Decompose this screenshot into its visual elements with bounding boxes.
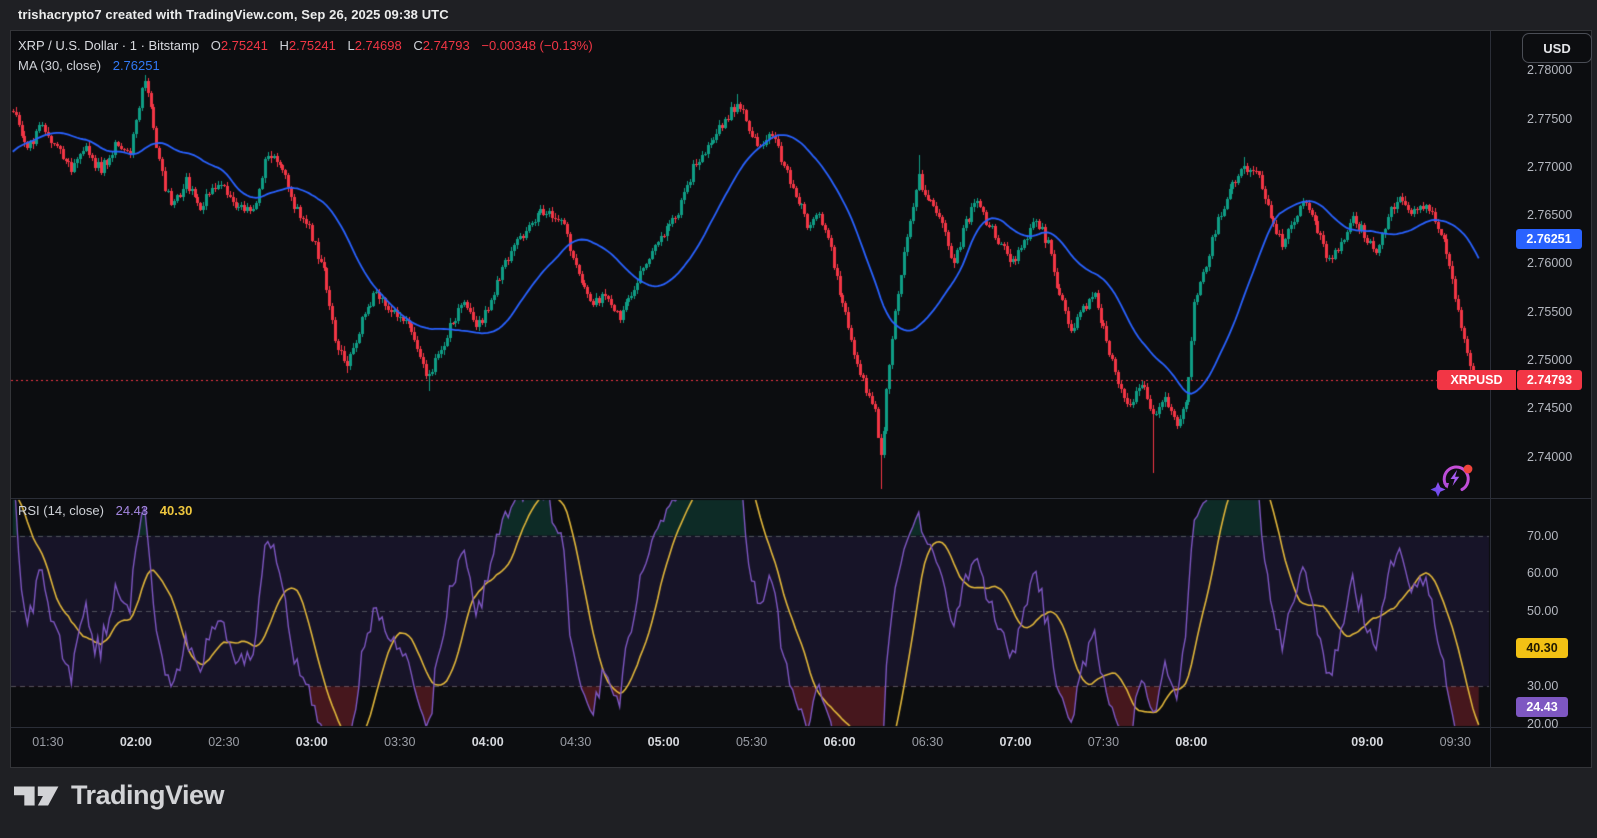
high-value: 2.75241 xyxy=(289,38,336,53)
price-tick-label: 2.74500 xyxy=(1527,401,1572,415)
ma-value: 2.76251 xyxy=(113,58,160,73)
time-tick-label: 01:30 xyxy=(18,735,78,749)
arrow-head xyxy=(1443,483,1449,489)
price-tick-label: 2.78000 xyxy=(1527,63,1572,77)
rsi-ma-value-tag: 40.30 xyxy=(1516,638,1568,658)
price-axis-separator[interactable] xyxy=(1490,31,1491,767)
notification-dot xyxy=(1464,465,1473,474)
last-price-tag: 2.74793 xyxy=(1517,370,1582,390)
ma-legend: MA (30, close) 2.76251 xyxy=(18,58,160,73)
time-tick-label: 04:30 xyxy=(546,735,606,749)
price-tick-label: 2.77000 xyxy=(1527,160,1572,174)
currency-usd-button[interactable]: USD xyxy=(1522,33,1592,63)
price-tick-label: 2.76500 xyxy=(1527,208,1572,222)
rsi-tick-label: 60.00 xyxy=(1527,566,1558,580)
time-tick-label: 09:00 xyxy=(1337,735,1397,749)
price-tick-label: 2.75500 xyxy=(1527,305,1572,319)
low-value: 2.74698 xyxy=(355,38,402,53)
open-value: 2.75241 xyxy=(221,38,268,53)
rsi-tag-text: 24.43 xyxy=(1526,700,1557,714)
chart-canvas[interactable] xyxy=(0,0,1597,838)
time-tick-label: 04:00 xyxy=(458,735,518,749)
low-label: L xyxy=(347,38,354,53)
price-tick-label: 2.75000 xyxy=(1527,353,1572,367)
time-tick-label: 06:30 xyxy=(898,735,958,749)
rsi-tick-label: 30.00 xyxy=(1527,679,1558,693)
sparkle-star-icon xyxy=(1431,482,1446,497)
rsi-tick-label: 50.00 xyxy=(1527,604,1558,618)
magic-technicals-icon[interactable] xyxy=(1428,456,1476,500)
change-value: −0.00348 (−0.13%) xyxy=(481,38,592,53)
symbol-title: XRP / U.S. Dollar · 1 · Bitstamp xyxy=(18,38,199,53)
price-tag-text: 2.74793 xyxy=(1527,373,1572,387)
rsi-ma-value: 40.30 xyxy=(160,503,193,518)
symbol-price-tag: XRPUSD xyxy=(1437,370,1516,390)
tradingview-logo-text: TradingView xyxy=(71,780,224,811)
rsi-value-tag: 24.43 xyxy=(1516,697,1568,717)
tradingview-logo[interactable]: TradingView xyxy=(14,780,224,811)
time-tick-label: 09:30 xyxy=(1425,735,1485,749)
close-value: 2.74793 xyxy=(423,38,470,53)
lightning-bolt-icon xyxy=(1451,470,1460,486)
time-axis-separator[interactable] xyxy=(11,727,1591,728)
time-tick-label: 02:30 xyxy=(194,735,254,749)
rsi-value: 24.43 xyxy=(116,503,149,518)
price-tick-label: 2.74000 xyxy=(1527,450,1572,464)
open-label: O xyxy=(211,38,221,53)
high-label: H xyxy=(279,38,288,53)
rsi-label: RSI (14, close) xyxy=(18,503,104,518)
ma-label: MA (30, close) xyxy=(18,58,101,73)
rsi-tick-label: 20.00 xyxy=(1527,717,1558,731)
time-tick-label: 05:00 xyxy=(634,735,694,749)
time-tick-label: 08:00 xyxy=(1161,735,1221,749)
pane-separator[interactable] xyxy=(11,498,1591,499)
price-tick-label: 2.77500 xyxy=(1527,112,1572,126)
ma-value-tag: 2.76251 xyxy=(1516,229,1582,249)
rsi-tick-label: 70.00 xyxy=(1527,529,1558,543)
ma-tag-text: 2.76251 xyxy=(1526,232,1571,246)
rsi-pane-legend: RSI (14, close) 24.43 40.30 xyxy=(18,503,192,518)
time-tick-label: 03:00 xyxy=(282,735,342,749)
time-tick-label: 03:30 xyxy=(370,735,430,749)
time-tick-label: 07:00 xyxy=(985,735,1045,749)
rsi-ma-tag-text: 40.30 xyxy=(1526,641,1557,655)
price-pane-legend: XRP / U.S. Dollar · 1 · Bitstamp O2.7524… xyxy=(18,38,593,53)
time-tick-label: 07:30 xyxy=(1073,735,1133,749)
time-tick-label: 02:00 xyxy=(106,735,166,749)
close-label: C xyxy=(413,38,422,53)
time-tick-label: 06:00 xyxy=(810,735,870,749)
price-tick-label: 2.76000 xyxy=(1527,256,1572,270)
time-tick-label: 05:30 xyxy=(722,735,782,749)
symbol-tag-text: XRPUSD xyxy=(1450,373,1502,387)
tradingview-logo-icon xyxy=(14,785,60,807)
tradingview-chart-screenshot: trishacrypto7 created with TradingView.c… xyxy=(0,0,1597,838)
bottom-bar: TradingView xyxy=(0,768,1597,838)
